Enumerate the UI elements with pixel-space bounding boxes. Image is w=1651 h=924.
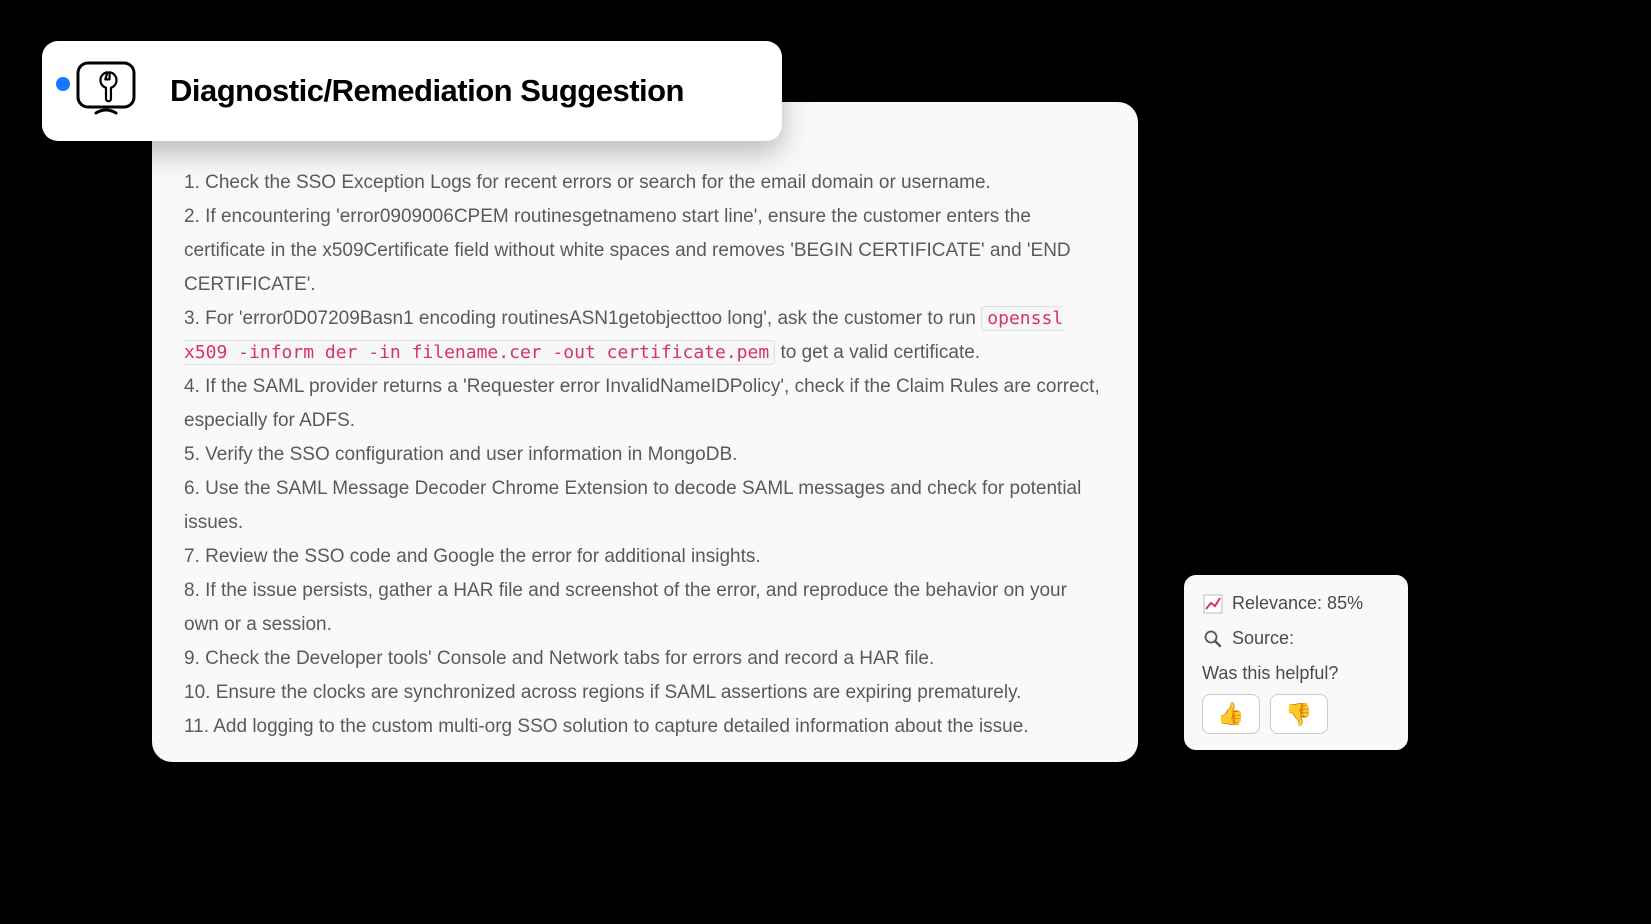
magnifier-icon xyxy=(1202,629,1224,649)
step-7: 7. Review the SSO code and Google the er… xyxy=(184,540,1106,574)
thumb-buttons: 👍 👍 xyxy=(1202,694,1390,734)
header-card: Diagnostic/Remediation Suggestion xyxy=(42,41,782,141)
helpful-label: Was this helpful? xyxy=(1202,663,1390,684)
status-dot-icon xyxy=(56,77,70,91)
relevance-row: Relevance: 85% xyxy=(1202,593,1390,614)
header-icon-wrap xyxy=(70,55,142,127)
step-8: 8. If the issue persists, gather a HAR f… xyxy=(184,574,1106,642)
chart-icon xyxy=(1202,594,1224,614)
thumbs-down-button[interactable]: 👍 xyxy=(1270,694,1328,734)
feedback-card: Relevance: 85% Source: Was this helpful?… xyxy=(1184,575,1408,750)
thumbs-up-button[interactable]: 👍 xyxy=(1202,694,1260,734)
step-5: 5. Verify the SSO configuration and user… xyxy=(184,438,1106,472)
system-wrench-icon xyxy=(72,57,140,125)
step-9: 9. Check the Developer tools' Console an… xyxy=(184,642,1106,676)
thumbs-up-icon: 👍 xyxy=(1217,701,1244,727)
page-title: Diagnostic/Remediation Suggestion xyxy=(170,73,684,109)
source-label: Source: xyxy=(1232,628,1294,649)
suggestion-card: 1. Check the SSO Exception Logs for rece… xyxy=(152,102,1138,762)
suggestion-steps: 1. Check the SSO Exception Logs for rece… xyxy=(184,166,1106,744)
step-3-after: to get a valid certificate. xyxy=(775,342,980,363)
step-3-before: 3. For 'error0D07209Basn1 encoding routi… xyxy=(184,308,981,329)
relevance-label: Relevance: 85% xyxy=(1232,593,1363,614)
step-3: 3. For 'error0D07209Basn1 encoding routi… xyxy=(184,302,1106,370)
step-4: 4. If the SAML provider returns a 'Reque… xyxy=(184,370,1106,438)
source-row: Source: xyxy=(1202,628,1390,649)
step-2: 2. If encountering 'error0909006CPEM rou… xyxy=(184,200,1106,302)
step-10: 10. Ensure the clocks are synchronized a… xyxy=(184,676,1106,710)
step-1: 1. Check the SSO Exception Logs for rece… xyxy=(184,166,1106,200)
thumbs-down-icon: 👍 xyxy=(1285,701,1312,727)
step-11: 11. Add logging to the custom multi-org … xyxy=(184,710,1106,744)
step-6: 6. Use the SAML Message Decoder Chrome E… xyxy=(184,472,1106,540)
